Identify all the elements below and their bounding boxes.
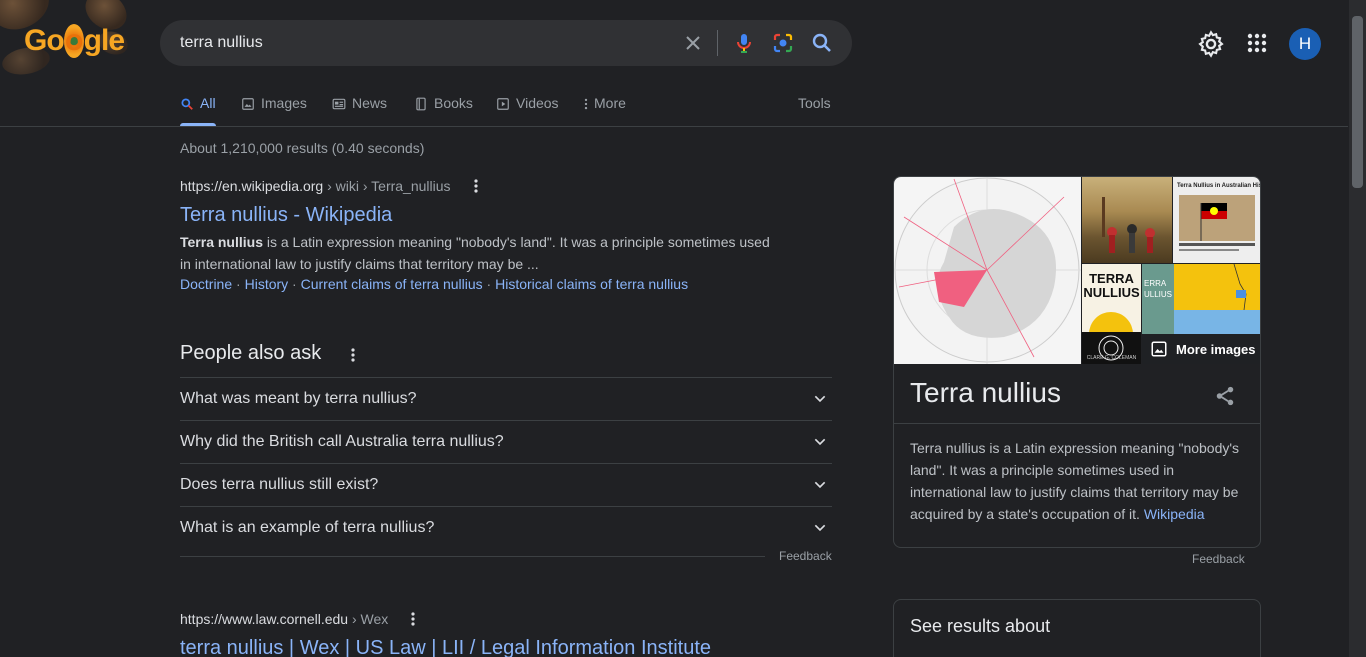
search-divider bbox=[717, 30, 718, 56]
chevron-down-icon bbox=[814, 481, 826, 489]
search-input[interactable] bbox=[180, 20, 660, 66]
paa-question[interactable]: Does terra nullius still exist? bbox=[180, 463, 832, 506]
kp-image-book[interactable]: TERRA NULLIUS CLARE G. COLEMAN bbox=[1082, 264, 1141, 364]
tools-label: Tools bbox=[798, 95, 831, 111]
tab-label: News bbox=[352, 95, 388, 111]
paa-question[interactable]: Why did the British call Australia terra… bbox=[180, 420, 832, 463]
tab-all[interactable]: All bbox=[180, 90, 216, 126]
feedback-link[interactable]: Feedback bbox=[1192, 552, 1245, 566]
chevron-down-icon bbox=[814, 438, 826, 446]
result-breadcrumb: › Wex bbox=[348, 611, 389, 627]
result-url[interactable]: https://en.wikipedia.org › wiki › Terra_… bbox=[180, 178, 451, 194]
tab-videos[interactable]: Videos bbox=[496, 90, 559, 126]
result-stats: About 1,210,000 results (0.40 seconds) bbox=[180, 140, 425, 156]
book-icon bbox=[416, 97, 426, 111]
paa-question[interactable]: What was meant by terra nullius? bbox=[180, 377, 832, 420]
avatar[interactable]: H bbox=[1289, 28, 1321, 60]
search-icon bbox=[181, 98, 193, 110]
gear-icon[interactable] bbox=[1197, 30, 1225, 58]
book-cover-author: CLARE G. COLEMAN bbox=[1086, 355, 1137, 361]
search-icon[interactable] bbox=[810, 31, 834, 55]
result-title-link[interactable]: Terra nullius - Wikipedia bbox=[180, 204, 392, 227]
tab-label: Books bbox=[434, 95, 473, 111]
result-domain: https://en.wikipedia.org bbox=[180, 178, 324, 194]
kp-image-painting[interactable] bbox=[1082, 177, 1172, 263]
more-vert-icon[interactable] bbox=[472, 178, 480, 194]
kp-image-map2[interactable]: ERRA ULLIUS bbox=[1142, 264, 1260, 334]
news-icon bbox=[332, 98, 346, 110]
chevron-down-icon bbox=[814, 524, 826, 532]
tab-label: Videos bbox=[516, 95, 559, 111]
video-icon bbox=[497, 98, 509, 110]
result-breadcrumb: › wiki › Terra_nullius bbox=[323, 178, 451, 194]
kp-image-map[interactable] bbox=[894, 177, 1081, 364]
camera-lens-icon[interactable] bbox=[771, 31, 795, 55]
more-vert-icon bbox=[584, 98, 588, 110]
more-vert-icon[interactable] bbox=[409, 611, 417, 627]
sitelink[interactable]: Historical claims of terra nullius bbox=[495, 276, 688, 292]
result-snippet: Terra nullius is a Latin expression mean… bbox=[180, 234, 770, 272]
apps-grid-icon[interactable] bbox=[1245, 31, 1269, 55]
header-divider bbox=[0, 126, 1348, 127]
image-icon bbox=[242, 98, 254, 110]
search-box[interactable] bbox=[160, 20, 852, 66]
share-icon[interactable] bbox=[1214, 385, 1236, 407]
image-icon bbox=[1151, 341, 1167, 357]
paa-question[interactable]: What is an example of terra nullius? bbox=[180, 506, 832, 549]
google-logo[interactable]: Google bbox=[0, 0, 140, 80]
kp-image-grid: Terra Nullius in Australian History TERR… bbox=[894, 177, 1260, 364]
scrollbar[interactable] bbox=[1349, 0, 1366, 657]
sitelink[interactable]: Current claims of terra nullius bbox=[301, 276, 483, 292]
chevron-down-icon bbox=[814, 395, 826, 403]
see-results-about-panel: See results about bbox=[893, 599, 1261, 657]
clear-icon[interactable] bbox=[680, 31, 706, 55]
more-images-button[interactable]: More images bbox=[1142, 334, 1260, 364]
paa-question-text: What is an example of terra nullius? bbox=[180, 519, 435, 536]
knowledge-panel: Terra Nullius in Australian History TERR… bbox=[893, 176, 1261, 548]
book-cover-title: TERRA bbox=[1089, 271, 1134, 286]
paa-divider bbox=[180, 556, 765, 557]
kp-description: Terra nullius is a Latin expression mean… bbox=[910, 440, 1240, 522]
scrollbar-thumb[interactable] bbox=[1352, 16, 1363, 188]
more-images-label: More images bbox=[1176, 341, 1256, 357]
paa-question-text: Why did the British call Australia terra… bbox=[180, 433, 504, 450]
book-cover-title: NULLIUS bbox=[1083, 285, 1140, 300]
result-url[interactable]: https://www.law.cornell.edu › Wex bbox=[180, 611, 388, 627]
thumb-text: ERRA ULLIUS bbox=[1142, 264, 1174, 334]
result-domain: https://www.law.cornell.edu bbox=[180, 611, 349, 627]
tab-news[interactable]: News bbox=[332, 90, 387, 126]
feedback-link[interactable]: Feedback bbox=[779, 549, 832, 563]
tab-label: All bbox=[200, 95, 216, 111]
paa-title: People also ask bbox=[180, 342, 322, 364]
paa-question-text: What was meant by terra nullius? bbox=[180, 390, 417, 407]
sitelink[interactable]: History bbox=[245, 276, 289, 292]
kp-title: Terra nullius bbox=[910, 377, 1061, 408]
paa-question-text: Does terra nullius still exist? bbox=[180, 476, 379, 493]
kp-source-link[interactable]: Wikipedia bbox=[1144, 506, 1205, 522]
tab-images[interactable]: Images bbox=[241, 90, 307, 126]
search-tabs: All Images News Books Videos More Tools bbox=[180, 90, 840, 126]
sitelinks: Doctrine · History · Current claims of t… bbox=[180, 276, 689, 292]
more-vert-icon[interactable] bbox=[349, 347, 357, 363]
see-results-heading: See results about bbox=[910, 616, 1051, 636]
thumb-caption: Terra Nullius in Australian History bbox=[1177, 183, 1260, 189]
kp-image-history[interactable]: Terra Nullius in Australian History bbox=[1173, 177, 1260, 263]
tab-books[interactable]: Books bbox=[414, 90, 473, 126]
tab-more[interactable]: More bbox=[583, 90, 626, 126]
kp-divider bbox=[894, 423, 1260, 424]
tab-label: More bbox=[594, 95, 626, 111]
tools-button[interactable]: Tools bbox=[798, 90, 831, 126]
microphone-icon[interactable] bbox=[732, 31, 756, 55]
sitelink[interactable]: Doctrine bbox=[180, 276, 232, 292]
result-title-link[interactable]: terra nullius | Wex | US Law | LII / Leg… bbox=[180, 637, 711, 657]
logo-text: Google bbox=[24, 24, 125, 58]
tab-label: Images bbox=[261, 95, 307, 111]
